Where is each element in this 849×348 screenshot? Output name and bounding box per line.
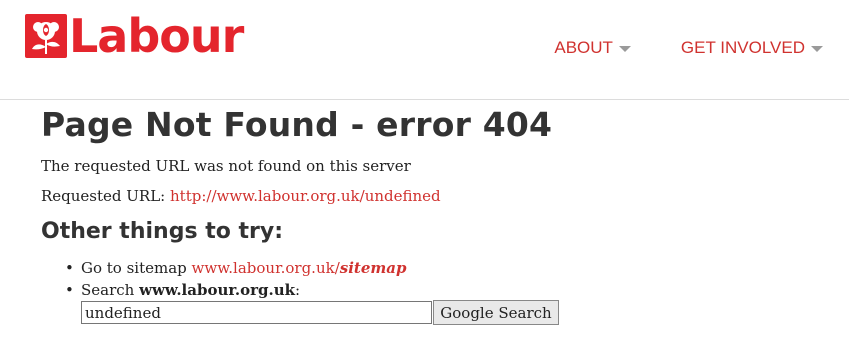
nav-get-involved-label: GET INVOLVED [680, 38, 805, 57]
main-content: Page Not Found - error 404 The requested… [41, 101, 821, 325]
google-search-button[interactable]: Google Search [433, 300, 559, 325]
search-prefix: Search [81, 281, 140, 299]
requested-url-link[interactable]: http://www.labour.org.uk/undefined [170, 187, 441, 205]
error-message: The requested URL was not found on this … [41, 157, 411, 175]
search-form: Google Search [81, 300, 821, 325]
sitemap-link-base: www.labour.org.uk/ [191, 259, 340, 277]
search-site: www.labour.org.uk [139, 281, 296, 299]
search-input[interactable] [81, 301, 432, 324]
rose-icon [25, 14, 67, 58]
caret-down-icon [618, 46, 631, 52]
main-nav: ABOUT GET INVOLVED [554, 38, 823, 58]
requested-url-label: Requested URL: [41, 187, 171, 205]
sitemap-link-em: sitemap [339, 259, 407, 277]
sitemap-link[interactable]: www.labour.org.uk/sitemap [192, 259, 407, 277]
site-header: Labour ABOUT GET INVOLVED [0, 0, 849, 100]
search-suffix: : [295, 281, 301, 299]
list-item-sitemap: Go to sitemap www.labour.org.uk/sitemap [65, 257, 821, 279]
nav-get-involved[interactable]: GET INVOLVED [681, 38, 823, 58]
caret-down-icon [811, 46, 823, 52]
page-title: Page Not Found - error 404 [41, 105, 553, 144]
suggestions-list: Go to sitemap www.labour.org.uk/sitemap … [65, 257, 821, 301]
requested-url-line: Requested URL: http://www.labour.org.uk/… [41, 186, 821, 206]
list-item-search: Search www.labour.org.uk: [65, 279, 821, 301]
logo-wordmark: Labour [69, 9, 244, 63]
nav-about[interactable]: ABOUT [554, 38, 631, 58]
labour-logo[interactable]: Labour [25, 9, 244, 63]
sitemap-prefix: Go to sitemap [81, 259, 192, 277]
section-title: Other things to try: [41, 219, 283, 244]
nav-about-label: ABOUT [554, 38, 613, 57]
